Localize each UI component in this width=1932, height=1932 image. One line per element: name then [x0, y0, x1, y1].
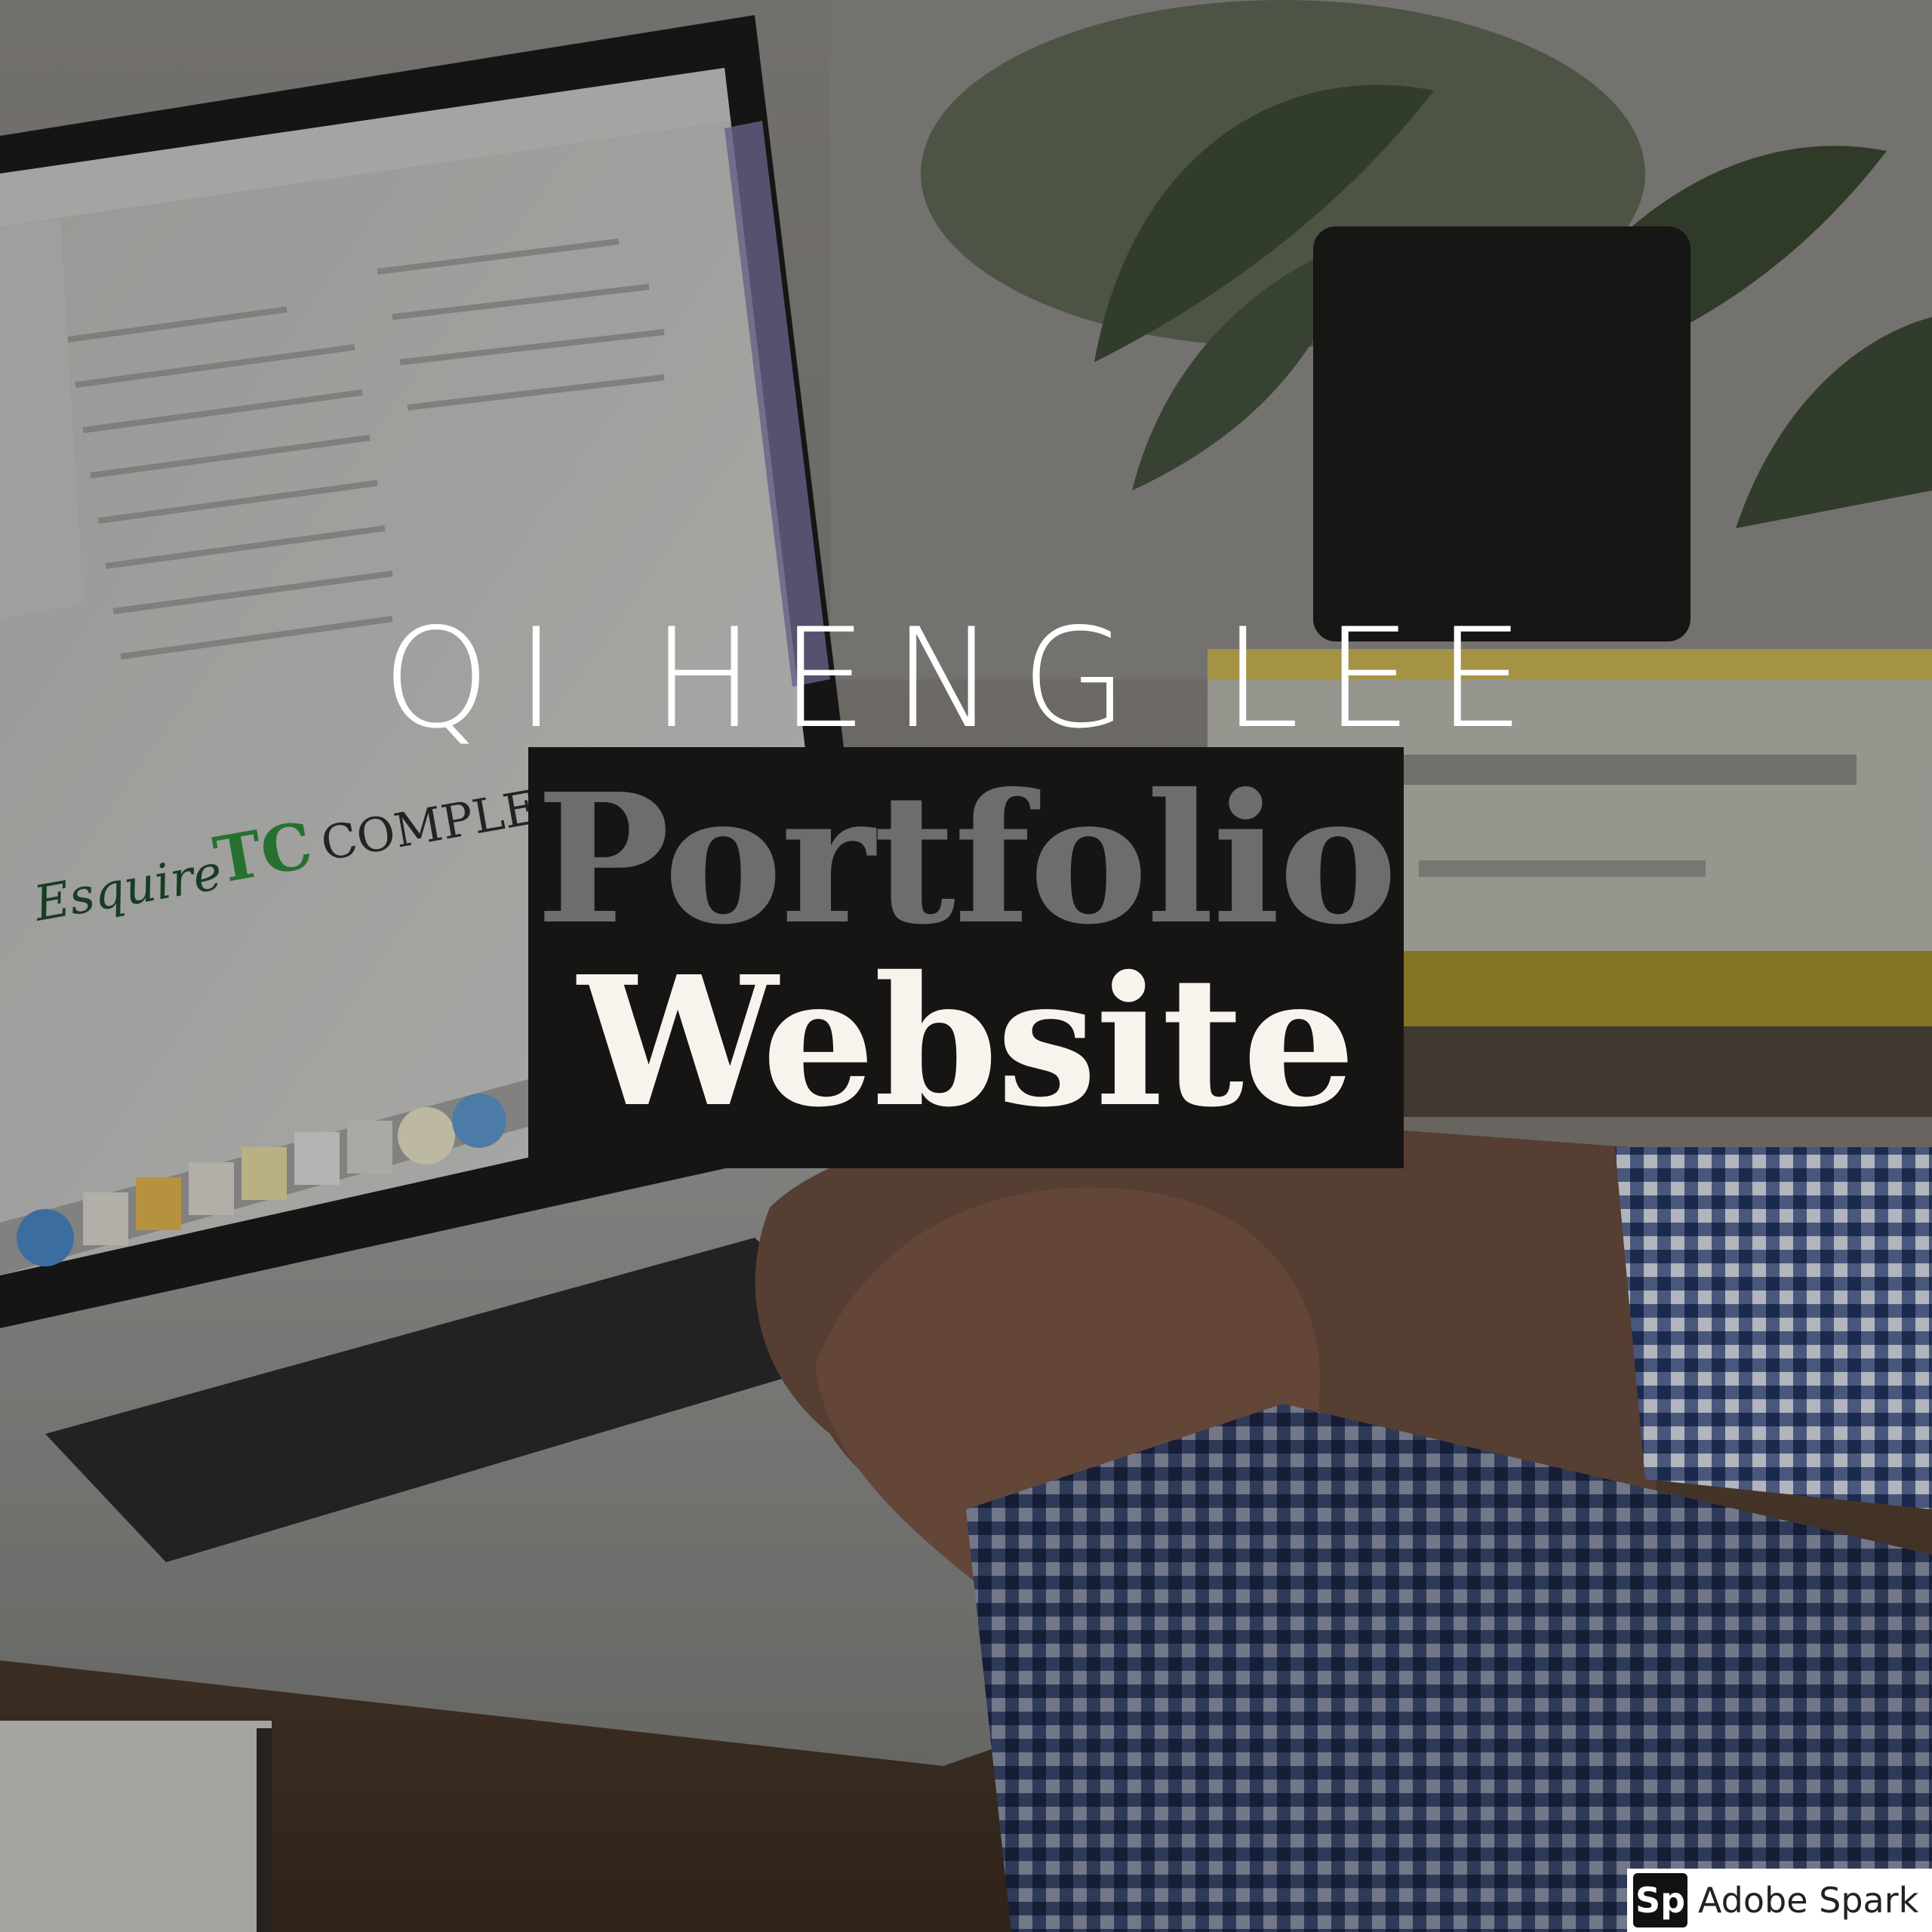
- author-name: QI HENG LEE: [382, 598, 1550, 758]
- adobe-spark-label: Adobe Spark: [1698, 1880, 1919, 1921]
- adobe-spark-badge: Sp Adobe Spark: [1627, 1869, 1932, 1932]
- adobe-spark-logo-icon: Sp: [1633, 1873, 1687, 1927]
- title-website: Website: [577, 937, 1356, 1146]
- title-box: Portfolio Website: [528, 747, 1404, 1168]
- title-portfolio: Portfolio: [536, 754, 1398, 964]
